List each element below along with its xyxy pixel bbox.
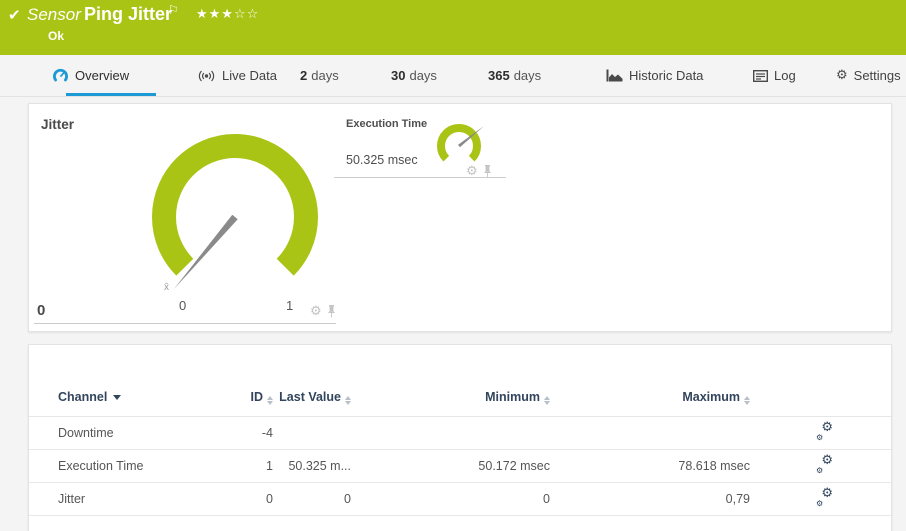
channel-maximum-cell: 0,79 [552,482,752,516]
tab-log-label: Log [774,68,796,83]
column-header-channel[interactable]: Channel [29,381,209,417]
sort-toggle-icon[interactable] [544,396,550,405]
primary-gauge: x̄ 0 1 [152,134,318,313]
sort-toggle-icon[interactable] [744,396,750,405]
tab-overview[interactable]: Overview [52,55,129,96]
tab-live-data-label: Live Data [222,68,277,83]
column-header-maximum[interactable]: Maximum [552,381,752,417]
gauge-average-marker: x̄ [164,282,169,293]
column-header-last-value[interactable]: Last Value [275,381,353,417]
channel-settings-gears-icon[interactable]: ⚙ ⚙ [816,453,833,475]
channel-id-cell: 1 [209,449,275,483]
channel-name-cell: Jitter [29,482,209,516]
tab-settings[interactable]: ⚙ Settings [836,55,901,96]
channel-maximum-cell: 78.618 msec [552,449,752,483]
priority-stars[interactable]: ★★★☆☆ [196,7,259,22]
gauge-scale-min: 0 [179,298,186,313]
secondary-gauge-title: Execution Time [346,118,428,130]
sort-toggle-icon[interactable] [345,396,351,405]
tab-365-days-number: 365 [488,68,510,83]
flag-icon[interactable]: ⚐ [168,3,179,17]
sensor-title: Ping Jitter [84,4,173,24]
tab-overview-label: Overview [75,68,130,83]
gauge-settings-gear-icon[interactable]: ⚙ [310,305,322,318]
broadcast-icon [198,70,215,81]
prtg-sensor-page: { "colors": { "status_green": "#a9c414",… [0,0,906,531]
tab-2-days-number: 2 [300,68,308,83]
channel-name-cell: Downtime [29,416,209,450]
primary-gauge-divider [34,323,336,324]
pin-icon[interactable] [327,305,336,318]
gauges-panel: Jitter x̄ 0 1 0 ⚙ Execution Time 50.325 … [28,103,892,332]
sensor-status-header: ✔ Sensor Ping Jitter ⚐ ★★★☆☆ Ok [0,0,906,55]
sort-active-desc-icon[interactable] [113,395,122,400]
channel-id-cell: 0 [209,482,275,516]
tab-365-days-unit: days [513,68,542,83]
tab-30-days[interactable]: 30 days [391,55,437,96]
channel-settings-gears-icon[interactable]: ⚙ ⚙ [816,420,833,442]
channel-minimum-cell: 50.172 msec [353,449,552,483]
gear-icon: ⚙ [836,68,848,83]
tab-30-days-unit: days [409,68,437,83]
channel-minimum-cell [353,416,552,450]
secondary-gauge-cell: Execution Time 50.325 msec ⚙ [334,104,511,184]
channel-last-value-cell [275,416,353,450]
channel-table-panel: Channel ID Last Value Minimum Maximum Do… [28,344,893,531]
tab-settings-label: Settings [853,68,901,83]
tab-2-days-unit: days [311,68,339,83]
primary-gauge-actions: ⚙ [310,305,336,318]
column-header-actions [752,381,893,417]
primary-gauge-title: Jitter [41,117,75,132]
channel-maximum-cell [552,416,752,450]
column-header-last-value-label: Last Value [279,390,341,404]
table-header-row: Channel ID Last Value Minimum Maximum [29,381,893,417]
tab-historic-data[interactable]: Historic Data [606,55,703,96]
channel-id-cell: -4 [209,416,275,450]
area-chart-icon [606,69,623,82]
channel-table: Channel ID Last Value Minimum Maximum Do… [29,381,893,516]
column-header-id-label: ID [250,390,264,404]
tab-log[interactable]: Log [753,55,796,96]
gauge-icon [53,68,68,82]
log-list-icon [753,69,768,82]
active-tab-underline [66,93,156,96]
column-header-minimum[interactable]: Minimum [353,381,552,417]
channel-last-value-cell: 0 [275,482,353,516]
tab-30-days-number: 30 [391,68,406,83]
table-row-downtime: Downtime -4 ⚙ ⚙ [29,416,893,450]
sort-toggle-icon[interactable] [267,396,273,405]
channel-name-cell: Execution Time [29,449,209,483]
column-header-id[interactable]: ID [209,381,275,417]
sensor-status-text: Ok [48,29,65,43]
table-row-jitter: Jitter 0 0 0 0,79 ⚙ ⚙ [29,482,893,516]
column-header-maximum-label: Maximum [682,390,740,404]
tab-2-days[interactable]: 2 days [300,55,339,96]
column-header-minimum-label: Minimum [485,390,540,404]
table-row-execution-time: Execution Time 1 50.325 m... 50.172 msec… [29,449,893,483]
tab-365-days[interactable]: 365 days [488,55,541,96]
primary-gauge-value: 0 [37,302,46,319]
channel-settings-gears-icon[interactable]: ⚙ ⚙ [816,486,833,508]
channel-minimum-cell: 0 [353,482,552,516]
status-ok-check-icon: ✔ [8,6,21,24]
secondary-gauge-value: 50.325 msec [346,153,418,167]
tab-historic-data-label: Historic Data [629,68,704,83]
channel-last-value-cell: 50.325 m... [275,449,353,483]
secondary-gauge-divider [334,177,506,178]
object-kind-label: Sensor [27,5,81,24]
tab-bar: Overview Live Data 2 days 30 days 365 da… [0,55,906,97]
column-header-channel-label: Channel [58,390,108,404]
gauge-scale-max: 1 [286,298,293,313]
tab-live-data[interactable]: Live Data [197,55,277,96]
